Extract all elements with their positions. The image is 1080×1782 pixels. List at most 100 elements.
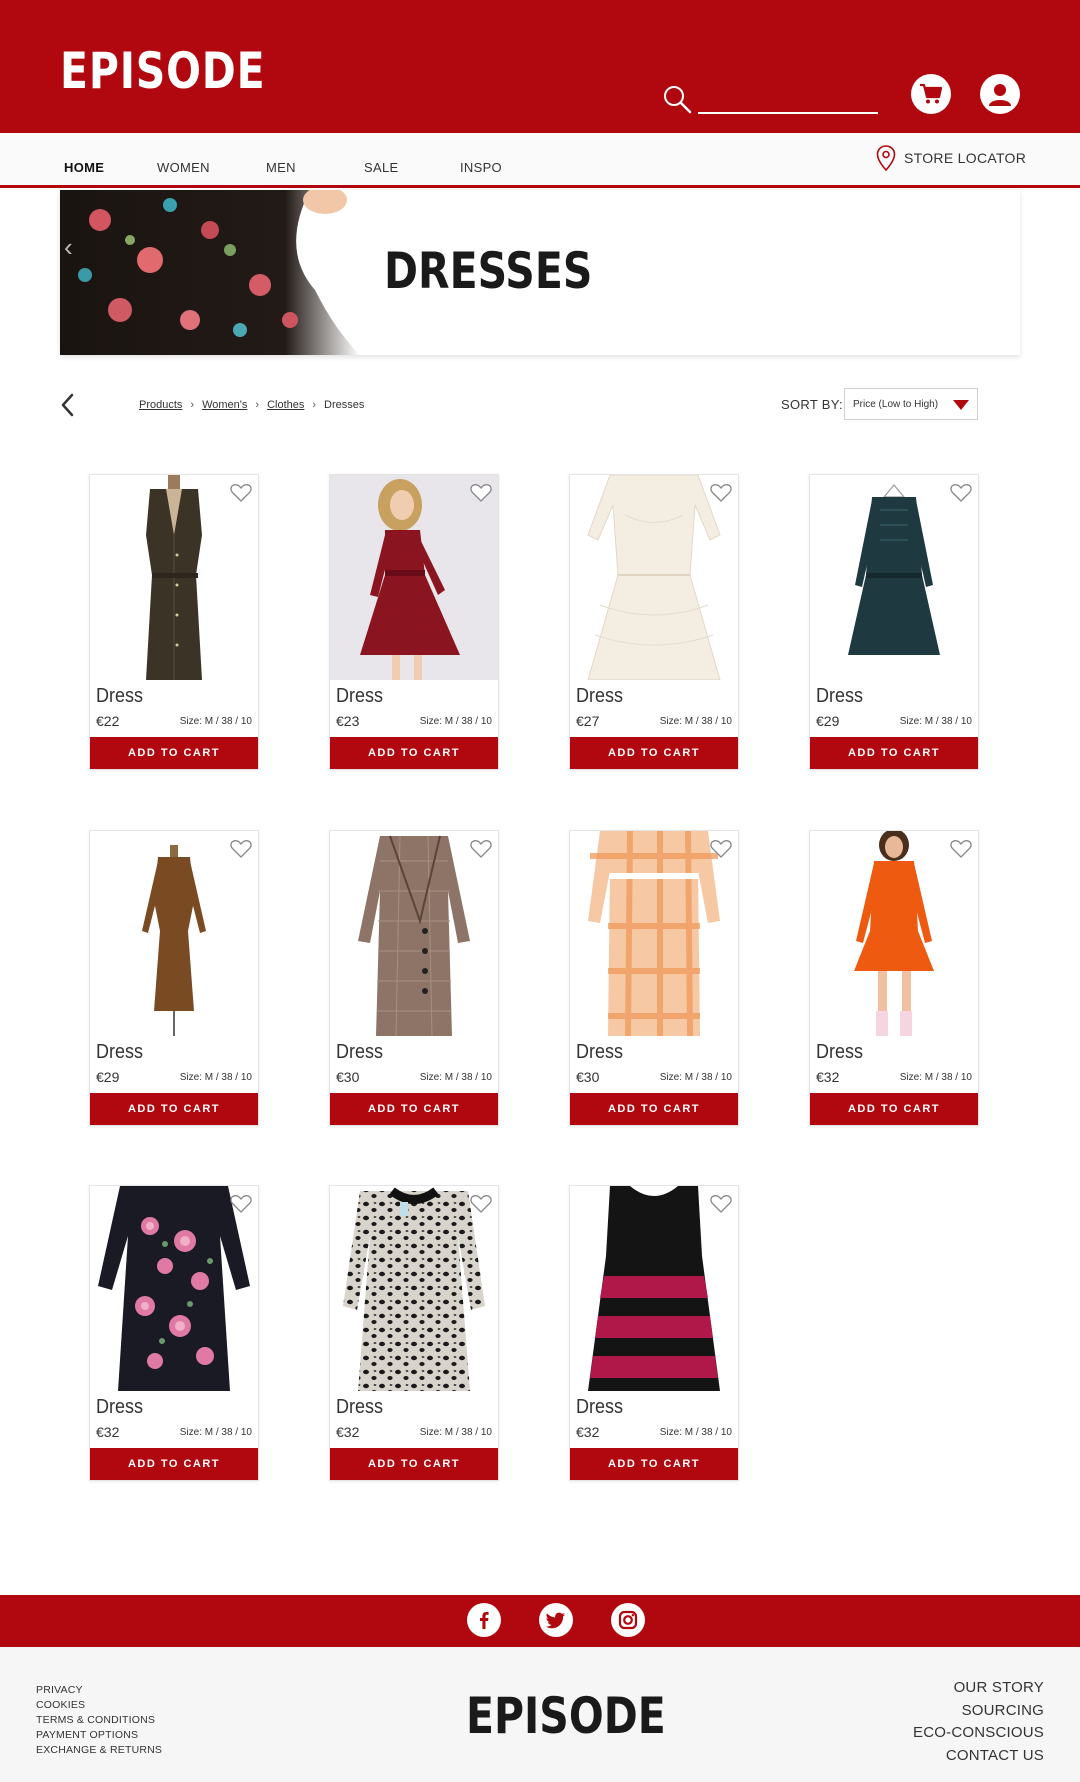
add-to-cart-button[interactable]: ADD TO CART bbox=[570, 737, 738, 769]
add-to-cart-button[interactable]: ADD TO CART bbox=[90, 737, 258, 769]
product-price: €32 bbox=[336, 1424, 360, 1440]
add-to-cart-button[interactable]: ADD TO CART bbox=[810, 1093, 978, 1125]
product-card[interactable]: Dress €32 Size: M / 38 / 10 ADD TO CART bbox=[89, 1185, 259, 1481]
product-size: Size: M / 38 / 10 bbox=[419, 1072, 492, 1083]
product-price: €32 bbox=[576, 1424, 600, 1440]
nav-item-home[interactable]: HOME bbox=[64, 160, 104, 175]
add-to-cart-button[interactable]: ADD TO CART bbox=[570, 1448, 738, 1480]
nav-item-men[interactable]: MEN bbox=[266, 160, 296, 175]
heart-icon[interactable] bbox=[710, 483, 732, 503]
breadcrumb-womens[interactable]: Women's bbox=[202, 399, 247, 411]
product-image[interactable] bbox=[90, 475, 258, 680]
footer-link-privacy[interactable]: PRIVACY bbox=[36, 1683, 162, 1698]
product-image[interactable] bbox=[570, 1186, 738, 1391]
product-price: €29 bbox=[816, 713, 840, 729]
social-bar bbox=[0, 1595, 1080, 1647]
heart-icon[interactable] bbox=[710, 1194, 732, 1214]
product-card[interactable]: Dress €22 Size: M / 38 / 10 ADD TO CART bbox=[89, 474, 259, 770]
footer-link-returns[interactable]: EXCHANGE & RETURNS bbox=[36, 1743, 162, 1758]
product-card[interactable]: Dress €23 Size: M / 38 / 10 ADD TO CART bbox=[329, 474, 499, 770]
page-title: DRESSES bbox=[384, 242, 593, 300]
map-pin-icon bbox=[876, 145, 896, 171]
store-locator-link[interactable]: STORE LOCATOR bbox=[876, 145, 1026, 171]
footer-logo[interactable]: EPISODE bbox=[466, 1687, 666, 1745]
footer-link-contact[interactable]: CONTACT US bbox=[913, 1745, 1044, 1768]
category-banner: ‹ DRESSES bbox=[60, 190, 1020, 355]
heart-icon[interactable] bbox=[950, 839, 972, 859]
breadcrumb-clothes[interactable]: Clothes bbox=[267, 399, 304, 411]
product-card[interactable]: Dress €29 Size: M / 38 / 10 ADD TO CART bbox=[89, 830, 259, 1126]
nav-item-women[interactable]: WOMEN bbox=[157, 160, 210, 175]
product-size: Size: M / 38 / 10 bbox=[179, 1072, 252, 1083]
facebook-icon bbox=[480, 1612, 489, 1629]
search-input[interactable] bbox=[698, 112, 878, 114]
product-image[interactable] bbox=[90, 831, 258, 1036]
account-button[interactable] bbox=[980, 74, 1020, 114]
add-to-cart-button[interactable]: ADD TO CART bbox=[330, 1093, 498, 1125]
footer-link-sourcing[interactable]: SOURCING bbox=[913, 1700, 1044, 1723]
sort-dropdown[interactable]: Price (Low to High) bbox=[844, 388, 978, 420]
footer-link-terms[interactable]: TERMS & CONDITIONS bbox=[36, 1713, 162, 1728]
facebook-button[interactable] bbox=[467, 1603, 501, 1637]
product-image[interactable] bbox=[570, 831, 738, 1036]
product-price: €30 bbox=[336, 1069, 360, 1085]
nav-item-inspo[interactable]: INSPO bbox=[460, 160, 502, 175]
product-card[interactable]: Dress €30 Size: M / 38 / 10 ADD TO CART bbox=[569, 830, 739, 1126]
product-card[interactable]: Dress €32 Size: M / 38 / 10 ADD TO CART bbox=[329, 1185, 499, 1481]
footer-link-our-story[interactable]: OUR STORY bbox=[913, 1677, 1044, 1700]
twitter-icon bbox=[546, 1612, 565, 1629]
product-card[interactable]: Dress €29 Size: M / 38 / 10 ADD TO CART bbox=[809, 474, 979, 770]
heart-icon[interactable] bbox=[470, 483, 492, 503]
search-icon[interactable] bbox=[662, 84, 692, 114]
add-to-cart-button[interactable]: ADD TO CART bbox=[90, 1448, 258, 1480]
product-card[interactable]: Dress €32 Size: M / 38 / 10 ADD TO CART bbox=[569, 1185, 739, 1481]
twitter-button[interactable] bbox=[539, 1603, 573, 1637]
product-image[interactable] bbox=[330, 831, 498, 1036]
footer-link-eco-conscious[interactable]: ECO-CONSCIOUS bbox=[913, 1722, 1044, 1745]
product-card[interactable]: Dress €27 Size: M / 38 / 10 ADD TO CART bbox=[569, 474, 739, 770]
product-price: €23 bbox=[336, 713, 360, 729]
product-card[interactable]: Dress €32 Size: M / 38 / 10 ADD TO CART bbox=[809, 830, 979, 1126]
header: EPISODE bbox=[0, 0, 1080, 133]
heart-icon[interactable] bbox=[230, 839, 252, 859]
product-name: Dress bbox=[336, 1396, 384, 1418]
product-image[interactable] bbox=[90, 1186, 258, 1391]
product-image[interactable] bbox=[570, 475, 738, 680]
nav-item-sale[interactable]: SALE bbox=[364, 160, 398, 175]
back-arrow-icon[interactable] bbox=[58, 392, 78, 418]
heart-icon[interactable] bbox=[950, 483, 972, 503]
heart-icon[interactable] bbox=[230, 483, 252, 503]
product-card[interactable]: Dress €30 Size: M / 38 / 10 ADD TO CART bbox=[329, 830, 499, 1126]
product-image[interactable] bbox=[330, 1186, 498, 1391]
store-locator-label: STORE LOCATOR bbox=[904, 150, 1027, 166]
heart-icon[interactable] bbox=[470, 839, 492, 859]
heart-icon[interactable] bbox=[230, 1194, 252, 1214]
add-to-cart-button[interactable]: ADD TO CART bbox=[330, 737, 498, 769]
logo[interactable]: EPISODE bbox=[60, 42, 265, 100]
footer-left-links: PRIVACY COOKIES TERMS & CONDITIONS PAYME… bbox=[36, 1683, 162, 1758]
product-size: Size: M / 38 / 10 bbox=[419, 1427, 492, 1438]
footer-right-links: OUR STORY SOURCING ECO-CONSCIOUS CONTACT… bbox=[913, 1677, 1044, 1767]
add-to-cart-button[interactable]: ADD TO CART bbox=[330, 1448, 498, 1480]
product-name: Dress bbox=[576, 1396, 624, 1418]
sort-label: SORT BY: bbox=[781, 397, 843, 412]
footer-link-cookies[interactable]: COOKIES bbox=[36, 1698, 162, 1713]
add-to-cart-button[interactable]: ADD TO CART bbox=[570, 1093, 738, 1125]
heart-icon[interactable] bbox=[710, 839, 732, 859]
footer-link-payment[interactable]: PAYMENT OPTIONS bbox=[36, 1728, 162, 1743]
product-image[interactable] bbox=[810, 475, 978, 680]
banner-prev-arrow[interactable]: ‹ bbox=[64, 232, 73, 263]
heart-icon[interactable] bbox=[470, 1194, 492, 1214]
add-to-cart-button[interactable]: ADD TO CART bbox=[810, 737, 978, 769]
product-image[interactable] bbox=[810, 831, 978, 1036]
breadcrumb-separator: › bbox=[312, 399, 317, 411]
product-name: Dress bbox=[576, 685, 624, 707]
product-size: Size: M / 38 / 10 bbox=[179, 716, 252, 727]
breadcrumb-products[interactable]: Products bbox=[139, 399, 182, 411]
add-to-cart-button[interactable]: ADD TO CART bbox=[90, 1093, 258, 1125]
product-image[interactable] bbox=[330, 475, 498, 680]
cart-button[interactable] bbox=[911, 74, 951, 114]
product-size: Size: M / 38 / 10 bbox=[659, 1072, 732, 1083]
page: EPISODE HOME WOMEN MEN SALE INSPO STORE … bbox=[0, 0, 1080, 1782]
instagram-button[interactable] bbox=[611, 1603, 645, 1637]
